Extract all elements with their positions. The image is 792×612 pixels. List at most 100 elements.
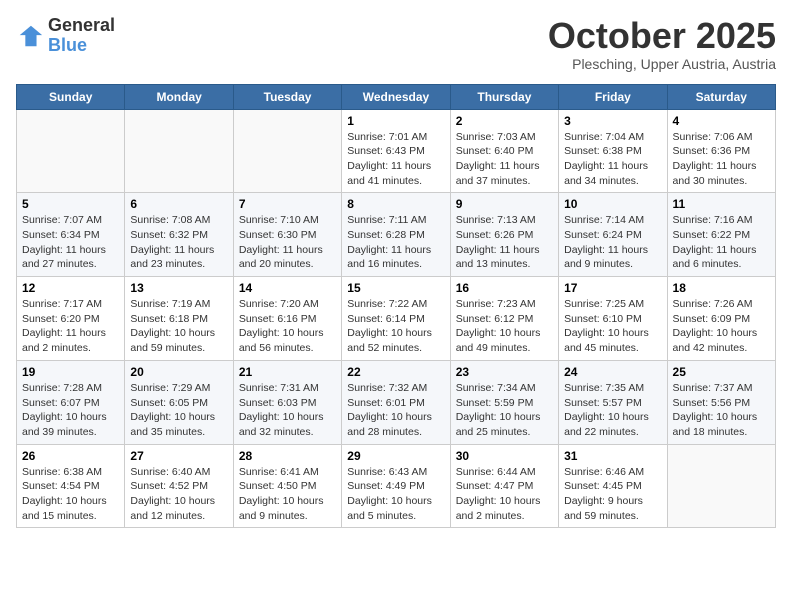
day-detail: Sunrise: 7:17 AMSunset: 6:20 PMDaylight:… <box>22 297 119 356</box>
calendar-cell: 25 Sunrise: 7:37 AMSunset: 5:56 PMDayligh… <box>667 360 775 444</box>
day-detail: Sunrise: 7:37 AMSunset: 5:56 PMDaylight:… <box>673 381 770 440</box>
day-number: 27 <box>130 449 227 463</box>
day-number: 10 <box>564 197 661 211</box>
month-title: October 2025 <box>548 16 776 56</box>
day-detail: Sunrise: 7:22 AMSunset: 6:14 PMDaylight:… <box>347 297 444 356</box>
calendar-cell <box>17 109 125 193</box>
calendar-cell: 30Sunrise: 6:44 AMSunset: 4:47 PMDayligh… <box>450 444 558 528</box>
calendar-week-row: 5 Sunrise: 7:07 AMSunset: 6:34 PMDaylight… <box>17 193 776 277</box>
day-detail: Sunrise: 7:11 AMSunset: 6:28 PMDaylight:… <box>347 213 444 272</box>
calendar-cell: 6Sunrise: 7:08 AMSunset: 6:32 PMDaylight… <box>125 193 233 277</box>
day-detail: Sunrise: 7:35 AMSunset: 5:57 PMDaylight:… <box>564 381 661 440</box>
calendar-week-row: 12Sunrise: 7:17 AMSunset: 6:20 PMDayligh… <box>17 277 776 361</box>
title-block: October 2025 Plesching, Upper Austria, A… <box>548 16 776 72</box>
header-row: SundayMondayTuesdayWednesdayThursdayFrid… <box>17 84 776 109</box>
calendar-cell: 20 Sunrise: 7:29 AMSunset: 6:05 PMDayligh… <box>125 360 233 444</box>
day-number: 28 <box>239 449 336 463</box>
day-number: 1 <box>347 114 444 128</box>
day-number: 7 <box>239 197 336 211</box>
day-number: 9 <box>456 197 553 211</box>
day-number: 18 <box>673 281 770 295</box>
day-detail: Sunrise: 7:04 AMSunset: 6:38 PMDaylight:… <box>564 130 661 189</box>
calendar-cell: 4 Sunrise: 7:06 AMSunset: 6:36 PMDaylight… <box>667 109 775 193</box>
calendar-cell: 1 Sunrise: 7:01 AMSunset: 6:43 PMDaylight… <box>342 109 450 193</box>
weekday-header: Monday <box>125 84 233 109</box>
calendar-cell: 18Sunrise: 7:26 AMSunset: 6:09 PMDayligh… <box>667 277 775 361</box>
calendar-cell: 24Sunrise: 7:35 AMSunset: 5:57 PMDayligh… <box>559 360 667 444</box>
logo: General Blue <box>16 16 115 56</box>
calendar-cell: 17Sunrise: 7:25 AMSunset: 6:10 PMDayligh… <box>559 277 667 361</box>
calendar-body: 1 Sunrise: 7:01 AMSunset: 6:43 PMDaylight… <box>17 109 776 528</box>
calendar-cell <box>667 444 775 528</box>
calendar-cell: 22 Sunrise: 7:32 AMSunset: 6:01 PMDayligh… <box>342 360 450 444</box>
day-detail: Sunrise: 7:13 AMSunset: 6:26 PMDaylight:… <box>456 213 553 272</box>
calendar-table: SundayMondayTuesdayWednesdayThursdayFrid… <box>16 84 776 529</box>
calendar-cell: 8 Sunrise: 7:11 AMSunset: 6:28 PMDaylight… <box>342 193 450 277</box>
calendar-cell: 10 Sunrise: 7:14 AMSunset: 6:24 PMDayligh… <box>559 193 667 277</box>
calendar-cell: 5 Sunrise: 7:07 AMSunset: 6:34 PMDaylight… <box>17 193 125 277</box>
day-detail: Sunrise: 7:10 AMSunset: 6:30 PMDaylight:… <box>239 213 336 272</box>
day-detail: Sunrise: 6:41 AMSunset: 4:50 PMDaylight:… <box>239 465 336 524</box>
weekday-header: Tuesday <box>233 84 341 109</box>
day-detail: Sunrise: 7:28 AMSunset: 6:07 PMDaylight:… <box>22 381 119 440</box>
day-number: 22 <box>347 365 444 379</box>
calendar-cell <box>233 109 341 193</box>
day-number: 25 <box>673 365 770 379</box>
calendar-cell: 27Sunrise: 6:40 AMSunset: 4:52 PMDayligh… <box>125 444 233 528</box>
day-number: 19 <box>22 365 119 379</box>
calendar-cell: 31 Sunrise: 6:46 AMSunset: 4:45 PMDayligh… <box>559 444 667 528</box>
day-number: 5 <box>22 197 119 211</box>
day-number: 14 <box>239 281 336 295</box>
day-number: 15 <box>347 281 444 295</box>
day-number: 20 <box>130 365 227 379</box>
day-number: 21 <box>239 365 336 379</box>
weekday-header: Thursday <box>450 84 558 109</box>
calendar-cell: 14 Sunrise: 7:20 AMSunset: 6:16 PMDayligh… <box>233 277 341 361</box>
calendar-cell: 26Sunrise: 6:38 AMSunset: 4:54 PMDayligh… <box>17 444 125 528</box>
logo-text: General Blue <box>48 16 115 56</box>
day-number: 4 <box>673 114 770 128</box>
day-detail: Sunrise: 7:14 AMSunset: 6:24 PMDaylight:… <box>564 213 661 272</box>
logo-icon <box>16 22 44 50</box>
day-detail: Sunrise: 7:20 AMSunset: 6:16 PMDaylight:… <box>239 297 336 356</box>
day-number: 17 <box>564 281 661 295</box>
calendar-cell <box>125 109 233 193</box>
day-number: 2 <box>456 114 553 128</box>
day-detail: Sunrise: 7:19 AMSunset: 6:18 PMDaylight:… <box>130 297 227 356</box>
calendar-cell: 15 Sunrise: 7:22 AMSunset: 6:14 PMDayligh… <box>342 277 450 361</box>
page-header: General Blue October 2025 Plesching, Upp… <box>16 16 776 72</box>
day-number: 8 <box>347 197 444 211</box>
day-number: 3 <box>564 114 661 128</box>
weekday-header: Saturday <box>667 84 775 109</box>
weekday-header: Sunday <box>17 84 125 109</box>
day-detail: Sunrise: 7:29 AMSunset: 6:05 PMDaylight:… <box>130 381 227 440</box>
calendar-week-row: 1 Sunrise: 7:01 AMSunset: 6:43 PMDaylight… <box>17 109 776 193</box>
calendar-cell: 13 Sunrise: 7:19 AMSunset: 6:18 PMDayligh… <box>125 277 233 361</box>
calendar-cell: 28 Sunrise: 6:41 AMSunset: 4:50 PMDayligh… <box>233 444 341 528</box>
calendar-cell: 21 Sunrise: 7:31 AMSunset: 6:03 PMDayligh… <box>233 360 341 444</box>
day-number: 11 <box>673 197 770 211</box>
day-detail: Sunrise: 7:01 AMSunset: 6:43 PMDaylight:… <box>347 130 444 189</box>
calendar-week-row: 26Sunrise: 6:38 AMSunset: 4:54 PMDayligh… <box>17 444 776 528</box>
day-detail: Sunrise: 7:32 AMSunset: 6:01 PMDaylight:… <box>347 381 444 440</box>
day-detail: Sunrise: 7:07 AMSunset: 6:34 PMDaylight:… <box>22 213 119 272</box>
location-subtitle: Plesching, Upper Austria, Austria <box>548 56 776 72</box>
day-detail: Sunrise: 7:31 AMSunset: 6:03 PMDaylight:… <box>239 381 336 440</box>
calendar-week-row: 19 Sunrise: 7:28 AMSunset: 6:07 PMDayligh… <box>17 360 776 444</box>
day-number: 13 <box>130 281 227 295</box>
day-detail: Sunrise: 7:34 AMSunset: 5:59 PMDaylight:… <box>456 381 553 440</box>
day-detail: Sunrise: 7:03 AMSunset: 6:40 PMDaylight:… <box>456 130 553 189</box>
day-detail: Sunrise: 6:46 AMSunset: 4:45 PMDaylight:… <box>564 465 661 524</box>
calendar-cell: 19 Sunrise: 7:28 AMSunset: 6:07 PMDayligh… <box>17 360 125 444</box>
weekday-header: Wednesday <box>342 84 450 109</box>
day-detail: Sunrise: 7:23 AMSunset: 6:12 PMDaylight:… <box>456 297 553 356</box>
calendar-cell: 3 Sunrise: 7:04 AMSunset: 6:38 PMDaylight… <box>559 109 667 193</box>
day-detail: Sunrise: 7:16 AMSunset: 6:22 PMDaylight:… <box>673 213 770 272</box>
day-number: 6 <box>130 197 227 211</box>
day-number: 29 <box>347 449 444 463</box>
calendar-cell: 12Sunrise: 7:17 AMSunset: 6:20 PMDayligh… <box>17 277 125 361</box>
day-number: 30 <box>456 449 553 463</box>
calendar-cell: 29Sunrise: 6:43 AMSunset: 4:49 PMDayligh… <box>342 444 450 528</box>
day-detail: Sunrise: 7:06 AMSunset: 6:36 PMDaylight:… <box>673 130 770 189</box>
day-number: 31 <box>564 449 661 463</box>
